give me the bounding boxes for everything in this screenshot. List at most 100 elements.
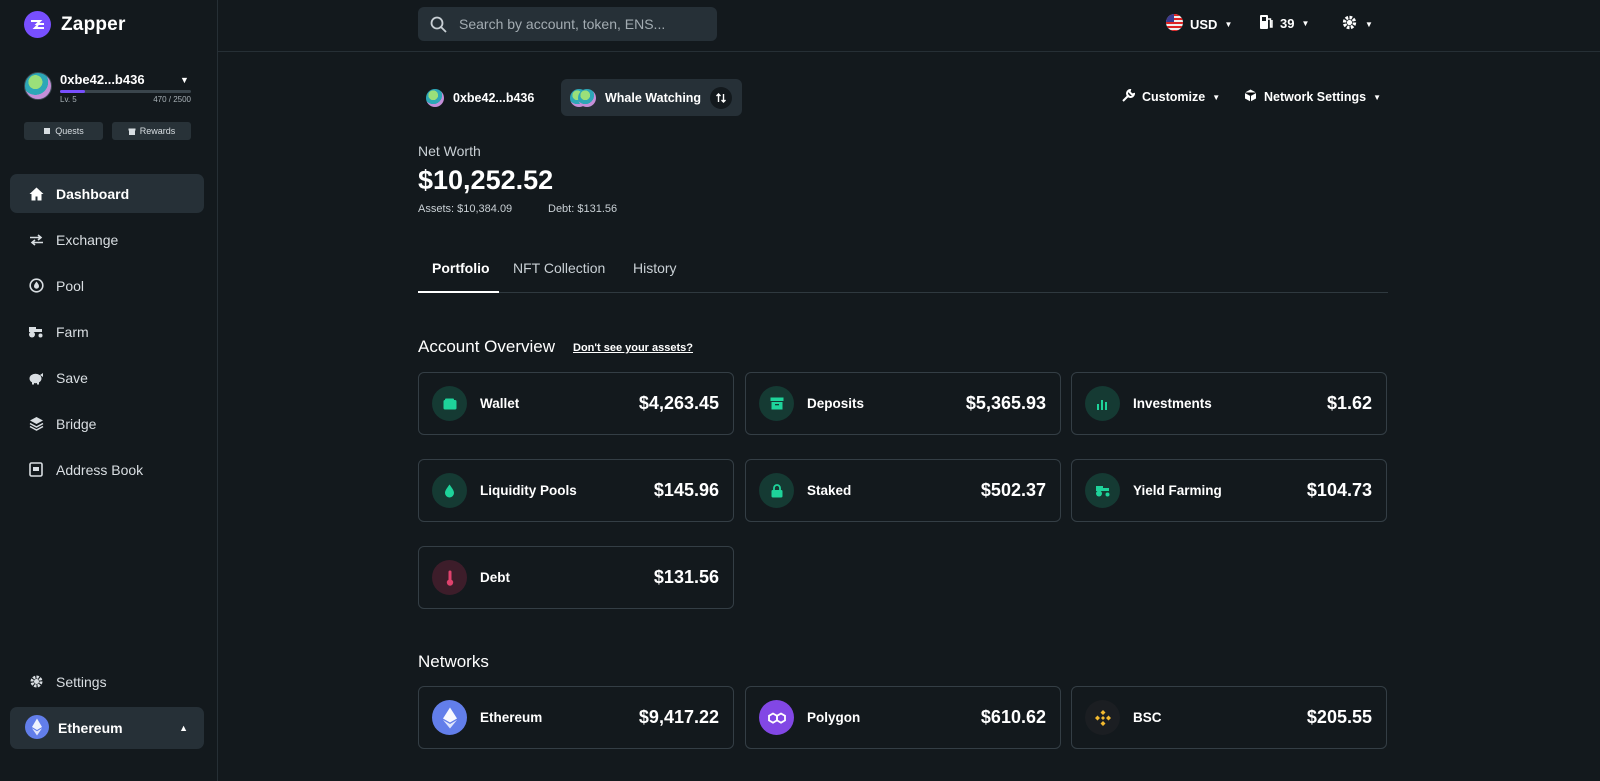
investments-card[interactable]: Investments $1.62: [1071, 372, 1387, 435]
chevron-down-icon[interactable]: ▼: [180, 75, 189, 85]
staked-card[interactable]: Staked $502.37: [745, 459, 1061, 522]
assets-total: Assets: $10,384.09: [418, 203, 513, 215]
sidebar-item-pool[interactable]: Pool: [10, 266, 204, 305]
tab-nft-collection[interactable]: NFT Collection: [513, 260, 605, 276]
gift-icon: [128, 128, 136, 135]
card-value: $205.55: [1306, 707, 1372, 727]
quests-button[interactable]: Quests: [24, 122, 103, 140]
level-progress-bar: [60, 90, 191, 93]
card-label: Wallet: [480, 396, 520, 411]
ethereum-icon: [25, 714, 49, 742]
tab-history[interactable]: History: [633, 260, 677, 276]
tab-bar: Portfolio NFT Collection History: [418, 253, 1388, 293]
polygon-icon: [759, 700, 794, 735]
bundle-pill[interactable]: Whale Watching: [561, 79, 743, 116]
chevron-down-icon: ▼: [1365, 19, 1373, 29]
search-box[interactable]: [418, 7, 717, 41]
chevron-down-icon: ▼: [1301, 19, 1310, 28]
sidebar-item-bridge[interactable]: Bridge: [10, 404, 204, 443]
sidebar-nav: Dashboard Exchange Pool Farm Save Bridge…: [10, 174, 204, 496]
card-value: $145.96: [653, 480, 719, 500]
swap-icon[interactable]: [710, 86, 733, 109]
card-label: Ethereum: [480, 710, 543, 725]
deposits-card[interactable]: Deposits $5,365.93: [745, 372, 1061, 435]
account-name: 0xbe42...b436: [60, 72, 145, 87]
sidebar-item-label: Address Book: [56, 461, 144, 478]
account-pill[interactable]: 0xbe42...b436: [426, 79, 534, 116]
debt-card[interactable]: Debt $131.56: [418, 546, 734, 609]
networks-title: Networks: [418, 652, 489, 671]
top-bar: USD ▼ 39 ▼ ▼: [218, 0, 1600, 52]
zapper-logo-icon: [24, 11, 51, 38]
archive-icon: [759, 386, 794, 421]
customize-label: Customize: [1142, 90, 1206, 104]
currency-selector[interactable]: USD ▼: [1166, 14, 1232, 34]
settings-menu[interactable]: ▼: [1341, 14, 1373, 34]
settings-row[interactable]: Settings: [10, 662, 204, 701]
level-progress-fill: [60, 90, 85, 93]
network-name: Ethereum: [58, 720, 123, 736]
piggy-bank-icon: [28, 370, 44, 386]
card-label: Polygon: [807, 710, 861, 725]
chevron-down-icon: ▼: [1212, 92, 1221, 102]
sidebar-item-exchange[interactable]: Exchange: [10, 220, 204, 259]
network-settings-button[interactable]: Network Settings ▼: [1244, 89, 1381, 105]
search-input[interactable]: [459, 16, 699, 32]
missing-assets-link[interactable]: Don't see your assets?: [573, 342, 693, 354]
rewards-label: Rewards: [139, 126, 176, 136]
sidebar-item-save[interactable]: Save: [10, 358, 204, 397]
sidebar-item-label: Pool: [56, 277, 85, 294]
wallet-card[interactable]: Wallet $4,263.45: [418, 372, 734, 435]
card-value: $104.73: [1306, 480, 1372, 500]
card-label: Deposits: [807, 396, 865, 411]
card-label: BSC: [1133, 710, 1162, 725]
brand-name: Zapper: [61, 13, 126, 35]
chevron-up-icon: ▲: [179, 723, 188, 733]
ethereum-icon: [432, 700, 467, 735]
card-value: $131.56: [653, 567, 719, 587]
tab-portfolio[interactable]: Portfolio: [432, 260, 490, 276]
liquidity-pools-card[interactable]: Liquidity Pools $145.96: [418, 459, 734, 522]
sidebar-item-address-book[interactable]: Address Book: [10, 450, 204, 489]
quests-label: Quests: [55, 126, 84, 136]
quests-icon: [44, 128, 51, 134]
pool-icon: [28, 278, 44, 294]
gas-selector[interactable]: 39 ▼: [1259, 14, 1309, 33]
card-value: $5,365.93: [965, 393, 1046, 413]
bundle-avatars: [570, 88, 596, 107]
wallet-icon: [432, 386, 467, 421]
network-settings-label: Network Settings: [1264, 90, 1367, 104]
customize-button[interactable]: Customize ▼: [1122, 88, 1221, 105]
yield-farming-card[interactable]: Yield Farming $104.73: [1071, 459, 1387, 522]
avatar: [426, 88, 444, 107]
sidebar-item-settings[interactable]: Settings: [10, 662, 204, 708]
sidebar-item-farm[interactable]: Farm: [10, 312, 204, 351]
active-tab-indicator: [418, 291, 499, 293]
network-card-ethereum[interactable]: Ethereum $9,417.22: [418, 686, 734, 749]
gas-value: 39: [1280, 16, 1295, 31]
lock-icon: [759, 473, 794, 508]
xp-label: 470 / 2500: [153, 95, 191, 104]
chevron-down-icon: ▼: [1224, 19, 1233, 29]
sidebar: Zapper 0xbe42...b436 ▼ Lv. 5 470 / 2500 …: [0, 0, 218, 781]
home-icon: [28, 186, 44, 202]
card-label: Debt: [480, 570, 510, 585]
network-card-polygon[interactable]: Polygon $610.62: [745, 686, 1061, 749]
sidebar-item-dashboard[interactable]: Dashboard: [10, 174, 204, 213]
settings-label: Settings: [56, 673, 107, 690]
debt-total: Debt: $131.56: [548, 203, 618, 215]
account-pill-label: 0xbe42...b436: [453, 90, 535, 105]
network-switcher[interactable]: Ethereum ▲: [10, 707, 204, 749]
brand[interactable]: Zapper: [24, 11, 126, 38]
address-book-icon: [28, 462, 44, 478]
sidebar-item-label: Bridge: [56, 415, 97, 432]
account-overview-title: Account Overview: [418, 337, 555, 356]
sidebar-item-label: Exchange: [56, 231, 119, 248]
tractor-icon: [1085, 473, 1120, 508]
rewards-button[interactable]: Rewards: [112, 122, 191, 140]
gear-icon: [1341, 14, 1358, 34]
network-card-bsc[interactable]: BSC $205.55: [1071, 686, 1387, 749]
cube-icon: [1244, 89, 1257, 105]
card-label: Staked: [807, 483, 852, 498]
chevron-down-icon: ▼: [1373, 92, 1382, 102]
